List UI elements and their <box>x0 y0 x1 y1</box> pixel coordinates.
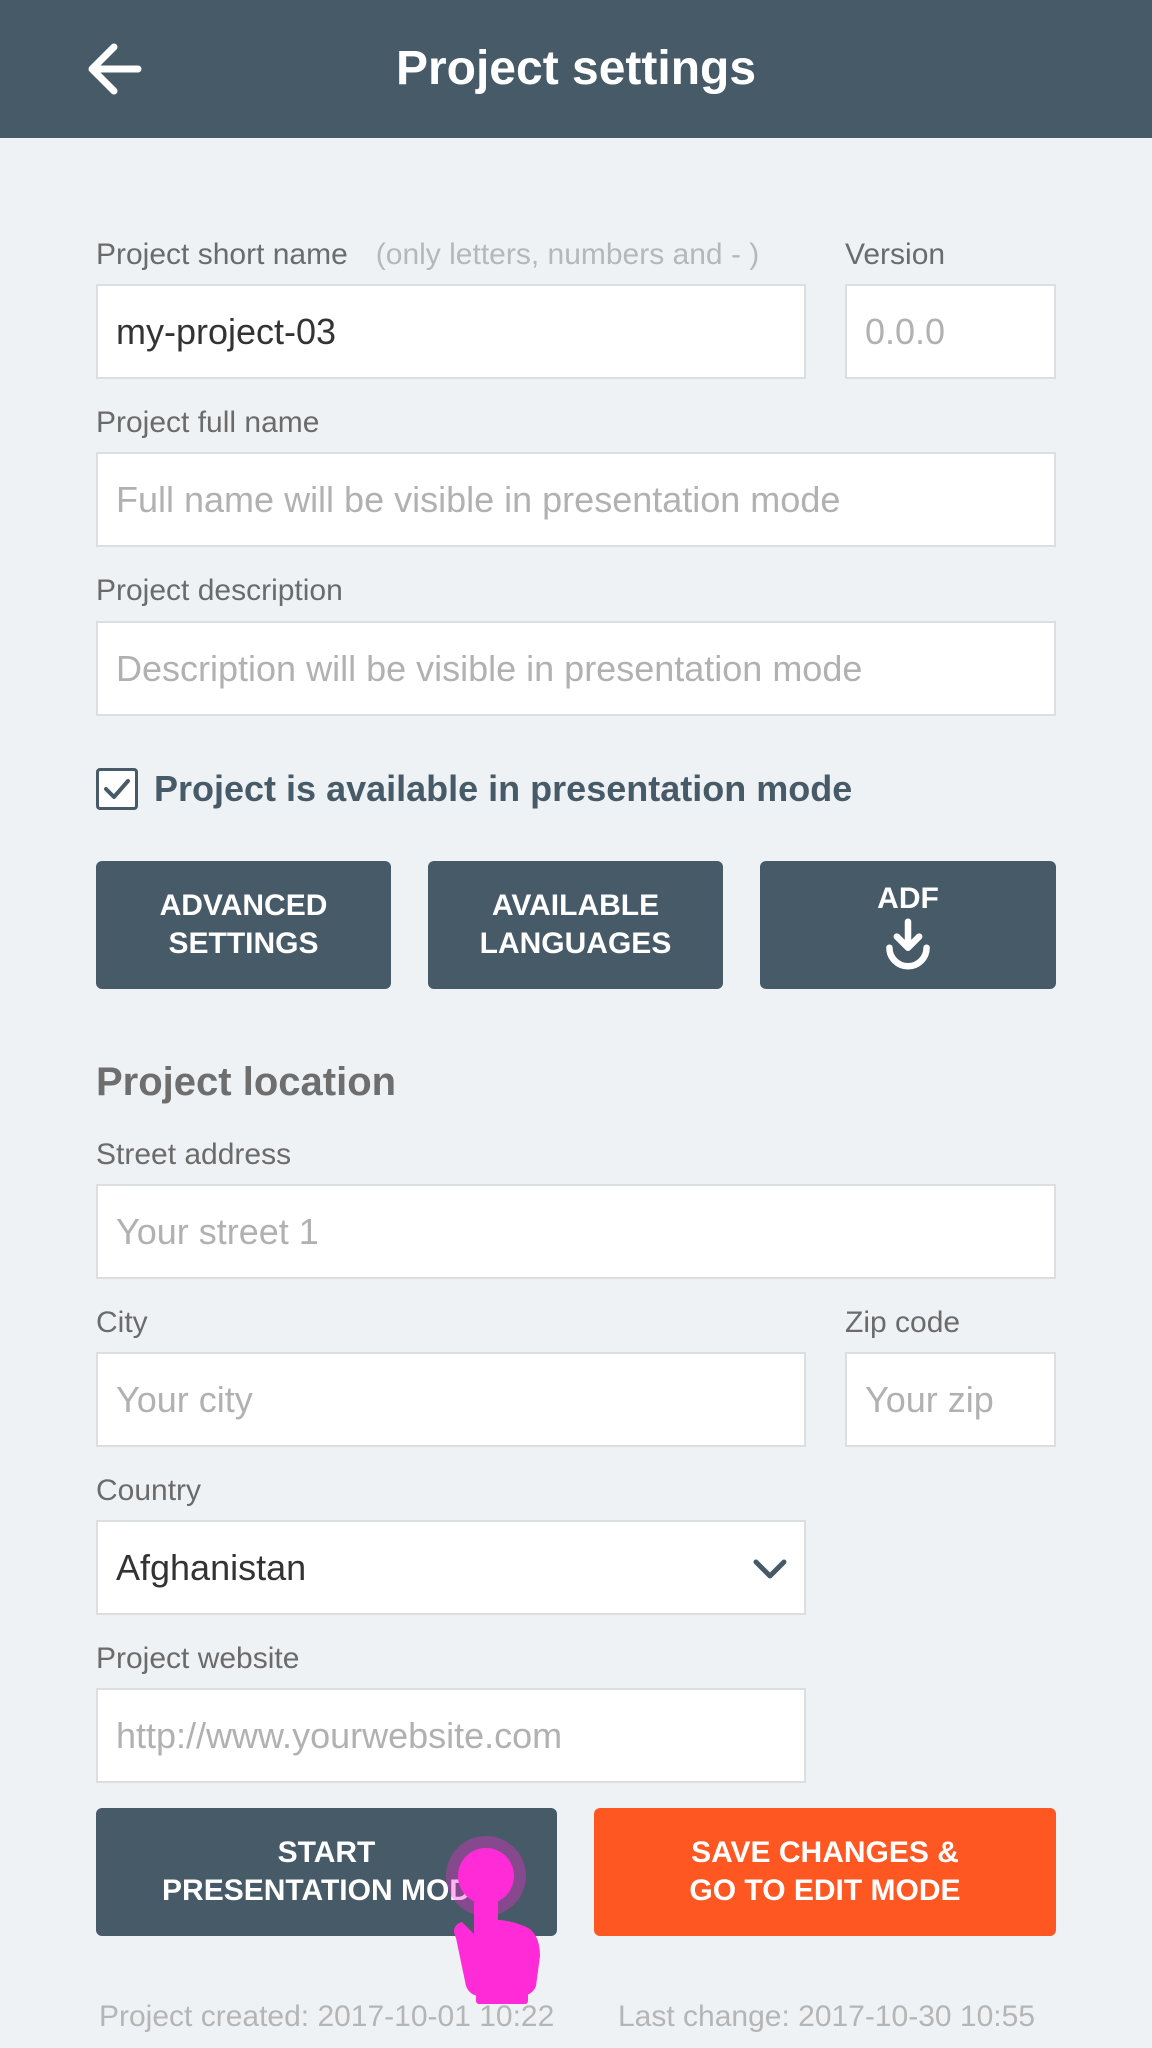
country-select[interactable]: Afghanistan <box>96 1520 806 1615</box>
description-label: Project description <box>96 574 343 607</box>
location-section-title: Project location <box>96 1060 397 1104</box>
tap-pointer-icon <box>446 1836 540 2004</box>
city-input[interactable]: Your city <box>96 1352 806 1447</box>
advanced-settings-line2: SETTINGS <box>168 927 319 960</box>
available-languages-button[interactable]: AVAILABLE LANGUAGES <box>428 861 723 989</box>
presentation-available-label[interactable]: Project is available in presentation mod… <box>154 768 852 810</box>
chevron-down-icon <box>753 1559 787 1579</box>
street-label: Street address <box>96 1138 292 1171</box>
save-and-edit-line1: SAVE CHANGES & <box>691 1836 959 1869</box>
adf-label: ADF <box>877 882 939 915</box>
advanced-settings-button[interactable]: ADVANCED SETTINGS <box>96 861 391 989</box>
street-input[interactable]: Your street 1 <box>96 1184 1056 1279</box>
created-date: Project created: 2017-10-01 10:22 <box>99 2000 555 2033</box>
zip-label: Zip code <box>845 1306 961 1339</box>
page-title: Project settings <box>395 42 757 95</box>
save-and-edit-line2: GO TO EDIT MODE <box>689 1874 961 1907</box>
country-value: Afghanistan <box>116 1547 307 1588</box>
short-name-hint: (only letters, numbers and - ) <box>375 238 760 271</box>
presentation-available-checkbox[interactable] <box>96 768 138 810</box>
city-label: City <box>96 1306 148 1339</box>
arrow-left-icon[interactable] <box>80 34 150 104</box>
checkmark-icon <box>104 779 130 799</box>
start-presentation-line1: START <box>277 1836 376 1869</box>
available-languages-line2: LANGUAGES <box>479 927 672 960</box>
save-and-edit-button[interactable]: SAVE CHANGES & GO TO EDIT MODE <box>594 1808 1056 1936</box>
top-bar: Project settings <box>0 0 1152 138</box>
website-input[interactable]: http://www.yourwebsite.com <box>96 1688 806 1783</box>
country-label: Country <box>96 1474 202 1507</box>
version-input[interactable]: 0.0.0 <box>845 284 1056 379</box>
full-name-input[interactable]: Full name will be visible in presentatio… <box>96 452 1056 547</box>
short-name-label: Project short name (only letters, numbers… <box>96 238 759 272</box>
website-label: Project website <box>96 1642 300 1675</box>
advanced-settings-line1: ADVANCED <box>159 889 328 922</box>
last-change-date: Last change: 2017-10-30 10:55 <box>618 2000 1035 2033</box>
zip-input[interactable]: Your zip <box>845 1352 1056 1447</box>
download-icon <box>886 918 930 970</box>
description-input[interactable]: Description will be visible in presentat… <box>96 621 1056 716</box>
full-name-label: Project full name <box>96 406 320 439</box>
adf-download-button[interactable]: ADF <box>760 861 1056 989</box>
short-name-label-text: Project short name <box>96 238 348 271</box>
version-label: Version <box>845 238 946 271</box>
short-name-input[interactable]: my-project-03 <box>96 284 806 379</box>
available-languages-line1: AVAILABLE <box>491 889 660 922</box>
